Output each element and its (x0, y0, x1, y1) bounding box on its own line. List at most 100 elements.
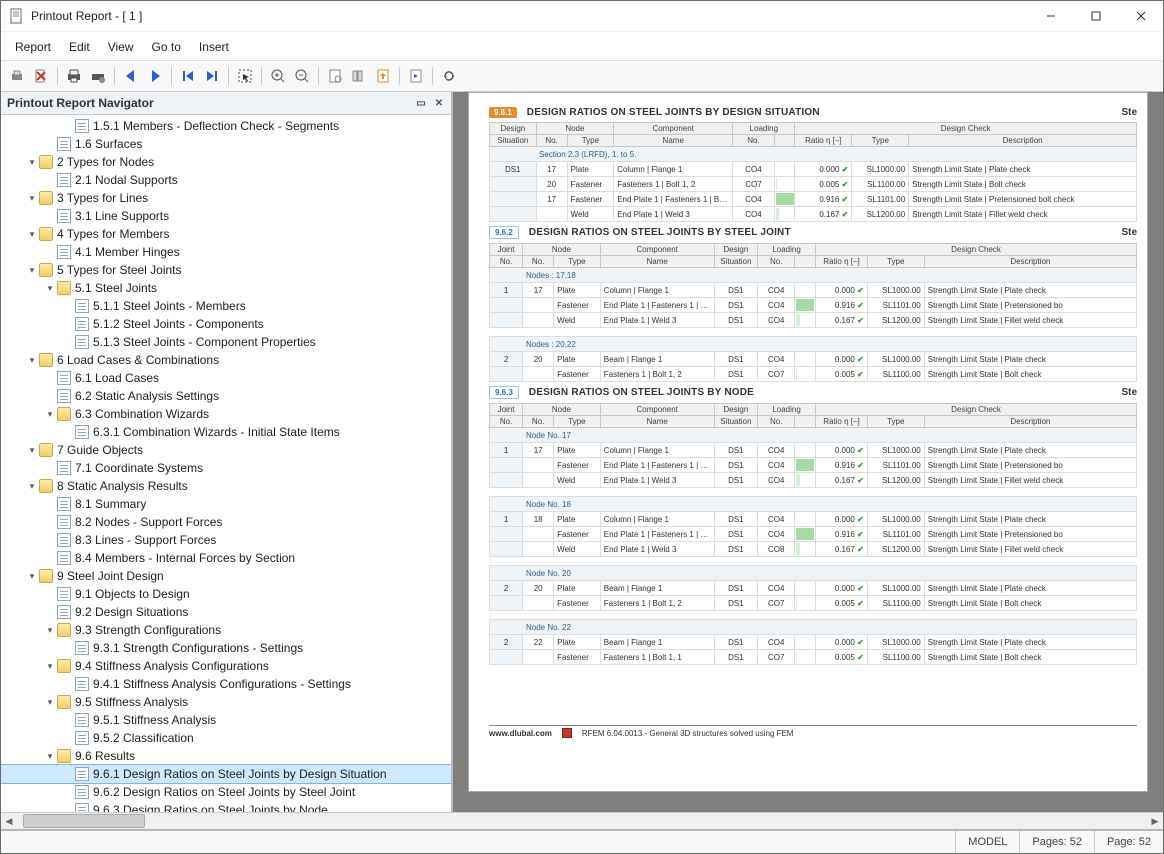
tree-item[interactable]: ▸5.1.1 Steel Joints - Members (1, 297, 451, 315)
pane-float-icon[interactable]: ▭ (413, 95, 429, 111)
printer-settings-icon[interactable] (88, 66, 108, 86)
report-viewport[interactable]: 9.6.1DESIGN RATIOS ON STEEL JOINTS BY DE… (453, 92, 1163, 812)
menu-insert[interactable]: Insert (191, 38, 237, 56)
pane-close-icon[interactable]: ✕ (431, 95, 447, 111)
document-icon (57, 173, 71, 187)
menu-view[interactable]: View (100, 38, 142, 56)
document-icon (75, 803, 89, 812)
document-icon (57, 497, 71, 511)
tree-item[interactable]: ▾5.1 Steel Joints (1, 279, 451, 297)
document-icon (75, 713, 89, 727)
tree-item[interactable]: ▸7.1 Coordinate Systems (1, 459, 451, 477)
menu-edit[interactable]: Edit (61, 38, 98, 56)
tree-item[interactable]: ▾9.5 Stiffness Analysis (1, 693, 451, 711)
select-icon[interactable] (235, 66, 255, 86)
tree-item[interactable]: ▾6 Load Cases & Combinations (1, 351, 451, 369)
tree-label: 8 Static Analysis Results (57, 479, 188, 493)
report-hscroll[interactable]: ◀ ▶ (1, 812, 1163, 829)
tree-label: 5 Types for Steel Joints (57, 263, 182, 277)
document-icon (57, 389, 71, 403)
tree-item[interactable]: ▸9.6.3 Design Ratios on Steel Joints by … (1, 801, 451, 812)
zoom-out-icon[interactable] (292, 66, 312, 86)
tree-item[interactable]: ▾4 Types for Members (1, 225, 451, 243)
tree-label: 9.2 Design Situations (75, 605, 188, 619)
maximize-button[interactable] (1073, 1, 1118, 31)
tree-label: 1.6 Surfaces (75, 137, 142, 151)
tree-item[interactable]: ▾5 Types for Steel Joints (1, 261, 451, 279)
tree-item[interactable]: ▸5.1.2 Steel Joints - Components (1, 315, 451, 333)
section-badge: 9.6.2 (489, 226, 519, 239)
new-doc-icon[interactable] (406, 66, 426, 86)
delete-page-icon[interactable] (31, 66, 51, 86)
tree-item[interactable]: ▾9.4 Stiffness Analysis Configurations (1, 657, 451, 675)
tree-item[interactable]: ▸9.6.2 Design Ratios on Steel Joints by … (1, 783, 451, 801)
tree-item[interactable]: ▸9.5.2 Classification (1, 729, 451, 747)
menu-go-to[interactable]: Go to (144, 38, 189, 56)
tree-item[interactable]: ▸9.1 Objects to Design (1, 585, 451, 603)
tree-item[interactable]: ▸6.2 Static Analysis Settings (1, 387, 451, 405)
tree-label: 8.2 Nodes - Support Forces (75, 515, 222, 529)
scroll-right-icon[interactable]: ▶ (1147, 814, 1163, 828)
tree-label: 5.1.1 Steel Joints - Members (93, 299, 246, 313)
tree-item[interactable]: ▸9.6.1 Design Ratios on Steel Joints by … (1, 765, 451, 783)
folder-icon (39, 569, 53, 583)
folder-icon (57, 749, 71, 763)
document-icon (57, 587, 71, 601)
tree-label: 3 Types for Lines (57, 191, 148, 205)
app-window: Printout Report - [ 1 ] ReportEditViewGo… (0, 0, 1164, 854)
page-setup-icon[interactable] (325, 66, 345, 86)
section-badge: 9.6.3 (489, 386, 519, 399)
folder-icon (39, 353, 53, 367)
navigator-tree[interactable]: ▸1.5.1 Members - Deflection Check - Segm… (1, 115, 451, 812)
tree-item[interactable]: ▸8.3 Lines - Support Forces (1, 531, 451, 549)
printer-icon[interactable] (64, 66, 84, 86)
tree-item[interactable]: ▸9.3.1 Strength Configurations - Setting… (1, 639, 451, 657)
tree-label: 8.1 Summary (75, 497, 146, 511)
tree-item[interactable]: ▸9.5.1 Stiffness Analysis (1, 711, 451, 729)
tree-item[interactable]: ▾8 Static Analysis Results (1, 477, 451, 495)
print-icon[interactable] (7, 66, 27, 86)
refresh-icon[interactable] (439, 66, 459, 86)
status-page: Page: 52 (1095, 831, 1163, 853)
tree-item[interactable]: ▸1.6 Surfaces (1, 135, 451, 153)
nav-prev-icon[interactable] (121, 66, 141, 86)
nav-last-icon[interactable] (202, 66, 222, 86)
zoom-in-icon[interactable] (268, 66, 288, 86)
tree-item[interactable]: ▾9 Steel Joint Design (1, 567, 451, 585)
tree-item[interactable]: ▸2.1 Nodal Supports (1, 171, 451, 189)
menu-report[interactable]: Report (7, 38, 59, 56)
navigator-title: Printout Report Navigator (7, 96, 154, 110)
nav-next-icon[interactable] (145, 66, 165, 86)
tree-label: 9.5.2 Classification (93, 731, 194, 745)
tree-item[interactable]: ▸8.2 Nodes - Support Forces (1, 513, 451, 531)
minimize-button[interactable] (1028, 1, 1073, 31)
tree-item[interactable]: ▾3 Types for Lines (1, 189, 451, 207)
tree-item[interactable]: ▸8.4 Members - Internal Forces by Sectio… (1, 549, 451, 567)
close-button[interactable] (1118, 1, 1163, 31)
tree-item[interactable]: ▸3.1 Line Supports (1, 207, 451, 225)
tree-item[interactable]: ▸4.1 Member Hinges (1, 243, 451, 261)
folder-icon (39, 227, 53, 241)
export-icon[interactable] (373, 66, 393, 86)
tree-item[interactable]: ▸9.4.1 Stiffness Analysis Configurations… (1, 675, 451, 693)
tree-item[interactable]: ▾9.6 Results (1, 747, 451, 765)
report-table: DesignNodeComponentLoadingDesign CheckSi… (489, 122, 1137, 222)
tree-item[interactable]: ▸5.1.3 Steel Joints - Component Properti… (1, 333, 451, 351)
tree-item[interactable]: ▸6.1 Load Cases (1, 369, 451, 387)
menubar: ReportEditViewGo toInsert (1, 32, 1163, 60)
tree-item[interactable]: ▸8.1 Summary (1, 495, 451, 513)
scroll-left-icon[interactable]: ◀ (1, 814, 17, 828)
tree-item[interactable]: ▸6.3.1 Combination Wizards - Initial Sta… (1, 423, 451, 441)
columns-icon[interactable] (349, 66, 369, 86)
tree-item[interactable]: ▾7 Guide Objects (1, 441, 451, 459)
scroll-thumb[interactable] (23, 814, 145, 828)
tree-item[interactable]: ▾6.3 Combination Wizards (1, 405, 451, 423)
document-icon (57, 245, 71, 259)
tree-label: 1.5.1 Members - Deflection Check - Segme… (93, 119, 339, 133)
tree-item[interactable]: ▾2 Types for Nodes (1, 153, 451, 171)
tree-item[interactable]: ▸1.5.1 Members - Deflection Check - Segm… (1, 117, 451, 135)
section-title: DESIGN RATIOS ON STEEL JOINTS BY STEEL J… (529, 227, 791, 238)
nav-first-icon[interactable] (178, 66, 198, 86)
tree-item[interactable]: ▾9.3 Strength Configurations (1, 621, 451, 639)
tree-item[interactable]: ▸9.2 Design Situations (1, 603, 451, 621)
